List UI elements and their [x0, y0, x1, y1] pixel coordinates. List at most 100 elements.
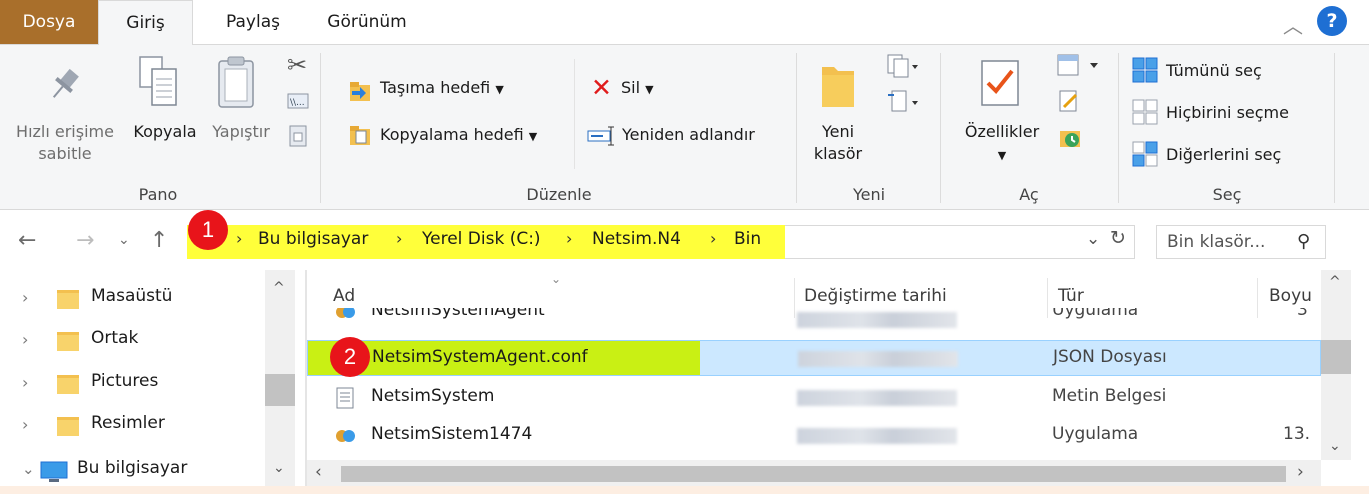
- tab-file[interactable]: Dosya: [0, 0, 98, 44]
- search-icon[interactable]: ⚲: [1297, 231, 1310, 252]
- scroll-thumb[interactable]: [1321, 340, 1351, 374]
- easy-access-icon[interactable]: [886, 89, 920, 115]
- breadcrumb-chevron-icon[interactable]: ›: [236, 229, 242, 248]
- delete-icon: ✕: [591, 73, 612, 102]
- file-list-scrollbar[interactable]: ^ ⌄: [1321, 270, 1351, 460]
- column-header-name[interactable]: Ad: [333, 286, 355, 306]
- new-item-icon[interactable]: [886, 53, 920, 79]
- table-row[interactable]: NetsimSistem1474 Uygulama 13.: [307, 418, 1321, 454]
- move-to-icon: [350, 82, 370, 101]
- group-separator: [940, 53, 941, 203]
- group-label-ac: Aç: [1019, 185, 1039, 204]
- move-to-button[interactable]: Taşıma hedefi ▼: [380, 78, 504, 97]
- invert-selection-button[interactable]: Diğerlerini seç: [1166, 145, 1281, 164]
- sidebar-item-pictures[interactable]: › Pictures: [0, 363, 265, 405]
- cut-icon[interactable]: ✂: [287, 51, 307, 79]
- expand-chevron-icon[interactable]: ›: [22, 373, 28, 392]
- copy-to-button[interactable]: Kopyalama hedefi ▼: [380, 125, 537, 144]
- rename-button[interactable]: Yeniden adlandır: [622, 125, 755, 144]
- file-type: Metin Belgesi: [1052, 386, 1167, 406]
- tab-home[interactable]: Giriş: [98, 0, 193, 45]
- folder-icon: [57, 417, 79, 436]
- file-size: 3: [1297, 308, 1308, 320]
- scroll-up-icon[interactable]: ^: [1329, 274, 1341, 290]
- collapse-chevron-icon[interactable]: ⌄: [22, 460, 35, 478]
- application-icon: [336, 430, 355, 442]
- scroll-down-icon[interactable]: ⌄: [273, 460, 285, 476]
- expand-chevron-icon[interactable]: ›: [22, 330, 28, 349]
- group-separator: [1334, 53, 1335, 203]
- paste-button[interactable]: Yapıştır: [204, 121, 278, 143]
- ribbon-tab-row: Dosya Giriş Paylaş Görünüm ︿ ?: [0, 0, 1369, 45]
- sort-indicator-icon: ⌄: [551, 272, 562, 286]
- breadcrumb-chevron-icon[interactable]: ›: [710, 229, 716, 248]
- search-box[interactable]: Bin klasör... ⚲: [1156, 225, 1326, 259]
- address-dropdown-icon[interactable]: ⌄: [1086, 229, 1100, 249]
- open-icon[interactable]: [1056, 53, 1100, 77]
- select-all-button[interactable]: Tümünü seç: [1166, 61, 1262, 80]
- sidebar-item-desktop[interactable]: › Masaüstü: [0, 278, 265, 320]
- sidebar-item-ortak[interactable]: › Ortak: [0, 320, 265, 362]
- scroll-thumb[interactable]: [341, 466, 1286, 482]
- back-arrow-icon[interactable]: ←: [18, 228, 36, 253]
- breadcrumb-chevron-icon[interactable]: ›: [566, 229, 572, 248]
- paste-shortcut-icon[interactable]: [289, 125, 307, 147]
- svg-text:\\...: \\...: [290, 98, 305, 108]
- search-placeholder: Bin klasör...: [1167, 232, 1266, 252]
- sidebar-scrollbar[interactable]: ^ ⌄: [265, 270, 295, 494]
- breadcrumb-netsim[interactable]: Netsim.N4: [592, 229, 681, 249]
- minimize-ribbon-icon[interactable]: ︿: [1283, 10, 1303, 39]
- step-badge-1: 1: [188, 210, 228, 250]
- copy-button[interactable]: Kopyala: [126, 121, 204, 143]
- sidebar-item-resimler[interactable]: › Resimler: [0, 405, 265, 447]
- table-row-selected[interactable]: NetsimSystemAgent.conf JSON Dosyası: [307, 340, 1321, 376]
- rename-icon: [587, 126, 614, 146]
- file-date-redacted: [797, 390, 957, 406]
- group-separator: [1118, 53, 1119, 203]
- pin-to-quick-access-button[interactable]: Hızlı erişime sabitle: [4, 121, 126, 165]
- copy-path-icon[interactable]: \\...: [287, 93, 309, 109]
- group-label-yeni: Yeni: [852, 185, 886, 204]
- scroll-down-icon[interactable]: ⌄: [1329, 438, 1341, 454]
- horizontal-scrollbar[interactable]: ‹ ›: [307, 460, 1321, 488]
- breadcrumb-chevron-icon[interactable]: ›: [396, 229, 402, 248]
- properties-button[interactable]: Özellikler ▼: [955, 121, 1049, 167]
- breadcrumb-this-pc[interactable]: Bu bilgisayar: [258, 229, 368, 249]
- scroll-left-icon[interactable]: ‹: [315, 462, 322, 482]
- scroll-right-icon[interactable]: ›: [1297, 462, 1304, 482]
- tab-share[interactable]: Paylaş: [208, 0, 298, 44]
- forward-arrow-icon[interactable]: →: [76, 228, 94, 253]
- breadcrumb-local-disk[interactable]: Yerel Disk (C:): [422, 229, 541, 249]
- table-row[interactable]: NetsimSystem Metin Belgesi: [307, 380, 1321, 416]
- up-arrow-icon[interactable]: ↑: [150, 228, 168, 253]
- select-none-button[interactable]: Hiçbirini seçme: [1166, 103, 1289, 122]
- group-label-sec: Seç: [1212, 185, 1242, 204]
- tab-view[interactable]: Görünüm: [312, 0, 422, 44]
- column-header-modified[interactable]: Değiştirme tarihi: [804, 286, 947, 306]
- history-icon[interactable]: [1058, 125, 1082, 149]
- scroll-thumb[interactable]: [265, 374, 295, 406]
- pin-icon: [52, 68, 79, 98]
- recent-locations-icon[interactable]: ⌄: [118, 232, 130, 248]
- file-type: Uygulama: [1052, 424, 1139, 444]
- file-date-redacted: [798, 351, 958, 367]
- step-badge-2: 2: [330, 337, 370, 377]
- edit-icon[interactable]: [1058, 89, 1080, 113]
- refresh-icon[interactable]: ↻: [1110, 227, 1126, 249]
- folder-icon: [57, 375, 79, 394]
- scroll-up-icon[interactable]: ^: [273, 280, 285, 296]
- expand-chevron-icon[interactable]: ›: [22, 288, 28, 307]
- file-name: NetsimSistem1474: [371, 424, 533, 444]
- column-header-type[interactable]: Tür: [1058, 286, 1084, 306]
- help-icon[interactable]: ?: [1317, 6, 1347, 36]
- breadcrumb-bin[interactable]: Bin: [734, 229, 761, 249]
- file-name: NetsimSystem: [371, 386, 495, 406]
- group-label-duzenle: Düzenle: [526, 185, 592, 204]
- table-row[interactable]: NetsimSystemAgent Uygulama 3: [307, 308, 1321, 334]
- column-header-size[interactable]: Boyu: [1269, 286, 1312, 306]
- select-none-icon: [1132, 99, 1158, 125]
- file-date-redacted: [797, 312, 957, 328]
- delete-button[interactable]: Sil ▼: [621, 78, 654, 97]
- new-folder-button[interactable]: Yeni klasör: [806, 121, 870, 165]
- expand-chevron-icon[interactable]: ›: [22, 415, 28, 434]
